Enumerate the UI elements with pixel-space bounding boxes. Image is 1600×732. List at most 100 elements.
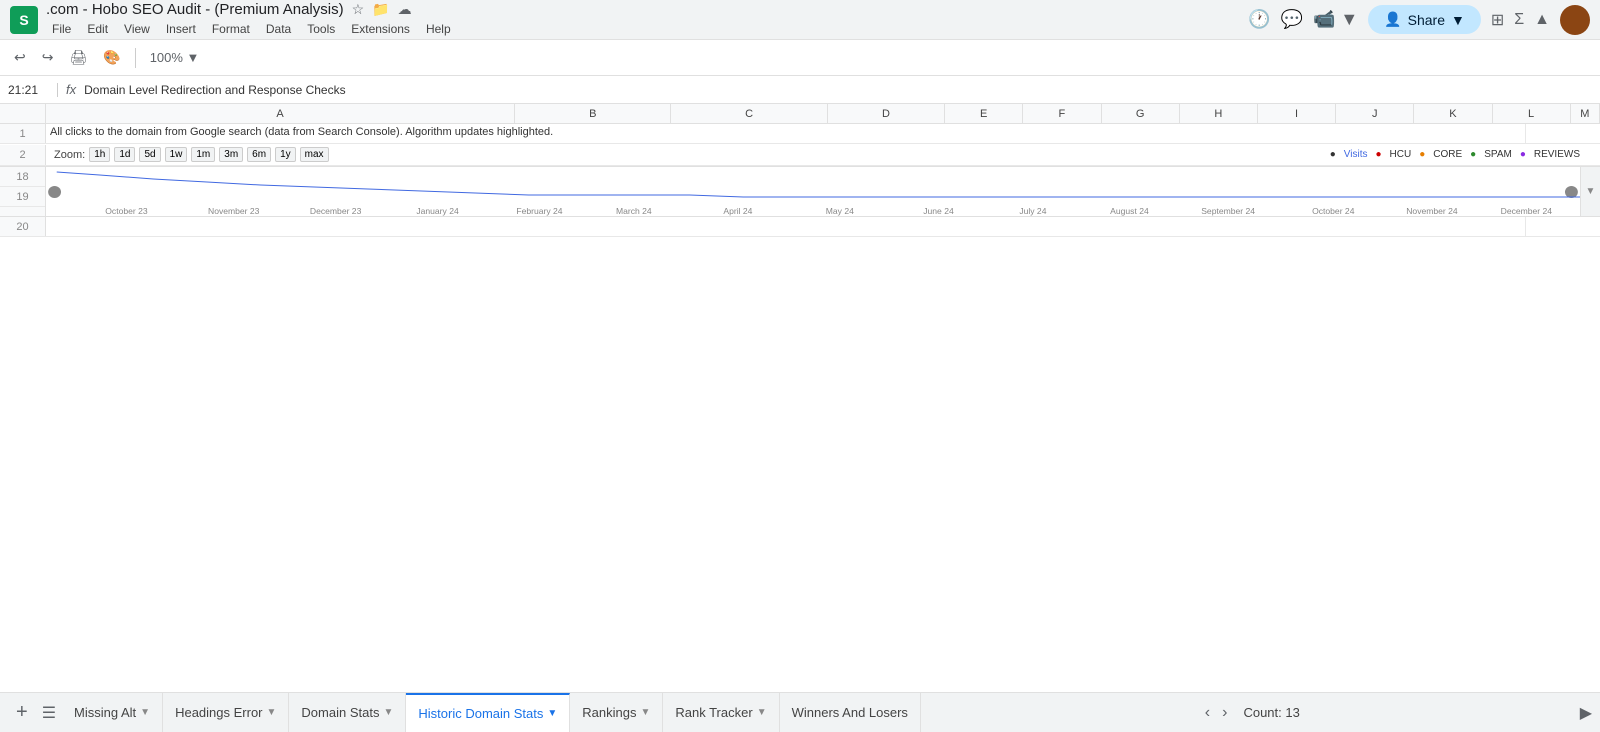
col-header-m[interactable]: M [1571,104,1600,123]
share-button[interactable]: 👤 Share ▼ [1368,5,1481,34]
svg-text:November 23: November 23 [208,206,260,216]
menu-file[interactable]: File [46,20,77,38]
toolbar: ↩ ↪ 🖨 🎨 100% ▼ [0,40,1600,76]
tab-prev-button[interactable]: ‹ [1201,704,1214,722]
tab-headings-error-arrow[interactable]: ▼ [267,707,277,718]
col-header-b[interactable]: B [515,104,671,123]
tab-domain-stats[interactable]: Domain Stats ▼ [289,693,406,732]
tab-winners-and-losers-label: Winners And Losers [792,705,908,720]
svg-text:January 24: January 24 [416,206,459,216]
col-header-e[interactable]: E [945,104,1023,123]
col-header-g[interactable]: G [1102,104,1180,123]
menu-format[interactable]: Format [206,20,256,38]
tab-winners-and-losers[interactable]: Winners And Losers [780,693,921,732]
svg-text:October 23: October 23 [105,206,148,216]
star-icon[interactable]: ☆ [352,1,365,18]
print-button[interactable]: 🖨 [63,45,93,70]
tab-missing-alt[interactable]: Missing Alt ▼ [62,693,163,732]
svg-text:May 24: May 24 [826,206,855,216]
svg-text:April 24: April 24 [723,206,752,216]
mini-chart-svg: October 23 November 23 December 23 Janua… [46,167,1580,217]
menu-data[interactable]: Data [260,20,297,38]
col-header-f[interactable]: F [1023,104,1101,123]
tab-end-button[interactable]: ▶ [1580,703,1592,723]
tab-rankings[interactable]: Rankings ▼ [570,693,663,732]
share-label: Share [1408,12,1445,28]
mini-row-nums: 18 19 [0,167,46,216]
paint-format-button[interactable]: 🎨 [97,45,126,70]
svg-text:June 24: June 24 [923,206,954,216]
zoom-5d[interactable]: 5d [139,147,160,162]
col-header-l[interactable]: L [1493,104,1571,123]
chrome-bar: S .com - Hobo SEO Audit - (Premium Analy… [0,0,1600,40]
title-area: .com - Hobo SEO Audit - (Premium Analysi… [46,1,1240,38]
col-header-d[interactable]: D [828,104,945,123]
zoom-control[interactable]: 100% ▼ [144,46,206,69]
zoom-3m[interactable]: 3m [219,147,243,162]
video-icon[interactable]: 📹 ▼ [1313,9,1358,30]
tab-rank-tracker[interactable]: Rank Tracker ▼ [663,693,779,732]
doc-title: .com - Hobo SEO Audit - (Premium Analysi… [46,1,344,18]
svg-text:March 24: March 24 [616,206,652,216]
zoom-6m[interactable]: 6m [247,147,271,162]
col-header-h[interactable]: H [1180,104,1258,123]
menu-extensions[interactable]: Extensions [345,20,416,38]
tab-menu-button[interactable]: ☰ [36,703,62,723]
folder-icon[interactable]: 📁 [372,1,389,18]
comment-icon[interactable]: 💬 [1281,9,1303,30]
top-right-controls: 🕐 💬 📹 ▼ 👤 Share ▼ ⊞ Σ ▲ [1248,5,1590,35]
zoom-max[interactable]: max [300,147,329,162]
svg-text:December 24: December 24 [1501,206,1553,216]
col-header-j[interactable]: J [1336,104,1414,123]
collapse-icon[interactable]: ▲ [1534,11,1550,29]
column-headers: A B C D E F G H I J K L M [0,104,1600,124]
menu-help[interactable]: Help [420,20,457,38]
share-dropdown-icon: ▼ [1451,12,1465,28]
menu-view[interactable]: View [118,20,156,38]
zoom-1w[interactable]: 1w [165,147,188,162]
tab-historic-domain-stats-arrow[interactable]: ▼ [547,708,557,719]
svg-text:July 24: July 24 [1019,206,1047,216]
tab-rank-tracker-label: Rank Tracker [675,705,752,720]
svg-text:September 24: September 24 [1201,206,1255,216]
zoom-1y[interactable]: 1y [275,147,296,162]
tab-domain-stats-arrow[interactable]: ▼ [383,707,393,718]
add-tab-button[interactable]: + [8,701,36,724]
menu-edit[interactable]: Edit [81,20,114,38]
row20-cell [46,217,1526,236]
col-header-c[interactable]: C [671,104,827,123]
history-icon[interactable]: 🕐 [1248,9,1270,30]
tab-rank-tracker-arrow[interactable]: ▼ [757,707,767,718]
formula-bar: 21:21 fx Domain Level Redirection and Re… [0,76,1600,104]
col-header-a[interactable]: A [46,104,515,123]
sheets-icon: S [10,6,38,34]
zoom-1h[interactable]: 1h [89,147,110,162]
menu-insert[interactable]: Insert [160,20,202,38]
scroll-handle-right[interactable]: ▼ [1580,167,1600,216]
count-badge: Count: 13 [1243,705,1299,720]
tab-next-button[interactable]: › [1218,704,1231,722]
grid-body: 1 All clicks to the domain from Google s… [0,124,1600,237]
chart-rows: 2 Zoom: 1h 1d 5d 1w 1m 3m 6m 1y max ●Vis… [0,144,1600,237]
tab-headings-error[interactable]: Headings Error ▼ [163,693,289,732]
col-header-k[interactable]: K [1414,104,1492,123]
tab-historic-domain-stats[interactable]: Historic Domain Stats ▼ [406,693,570,732]
grid-view-icon[interactable]: ⊞ [1491,10,1504,30]
avatar[interactable] [1560,5,1590,35]
tab-missing-alt-label: Missing Alt [74,705,136,720]
tab-navigation: ‹ › [1201,704,1232,722]
zoom-1d[interactable]: 1d [114,147,135,162]
tab-rankings-arrow[interactable]: ▼ [640,707,650,718]
legend-reviews: REVIEWS [1534,149,1580,160]
col-header-i[interactable]: I [1258,104,1336,123]
cell-reference[interactable]: 21:21 [8,83,58,97]
svg-text:December 23: December 23 [310,206,362,216]
table-row: 1 All clicks to the domain from Google s… [0,124,1600,144]
undo-button[interactable]: ↩ [8,45,32,70]
sigma-icon[interactable]: Σ [1514,11,1524,29]
tab-rankings-label: Rankings [582,705,636,720]
zoom-1m[interactable]: 1m [191,147,215,162]
tab-missing-alt-arrow[interactable]: ▼ [140,707,150,718]
menu-tools[interactable]: Tools [301,20,341,38]
redo-button[interactable]: ↪ [36,45,60,70]
